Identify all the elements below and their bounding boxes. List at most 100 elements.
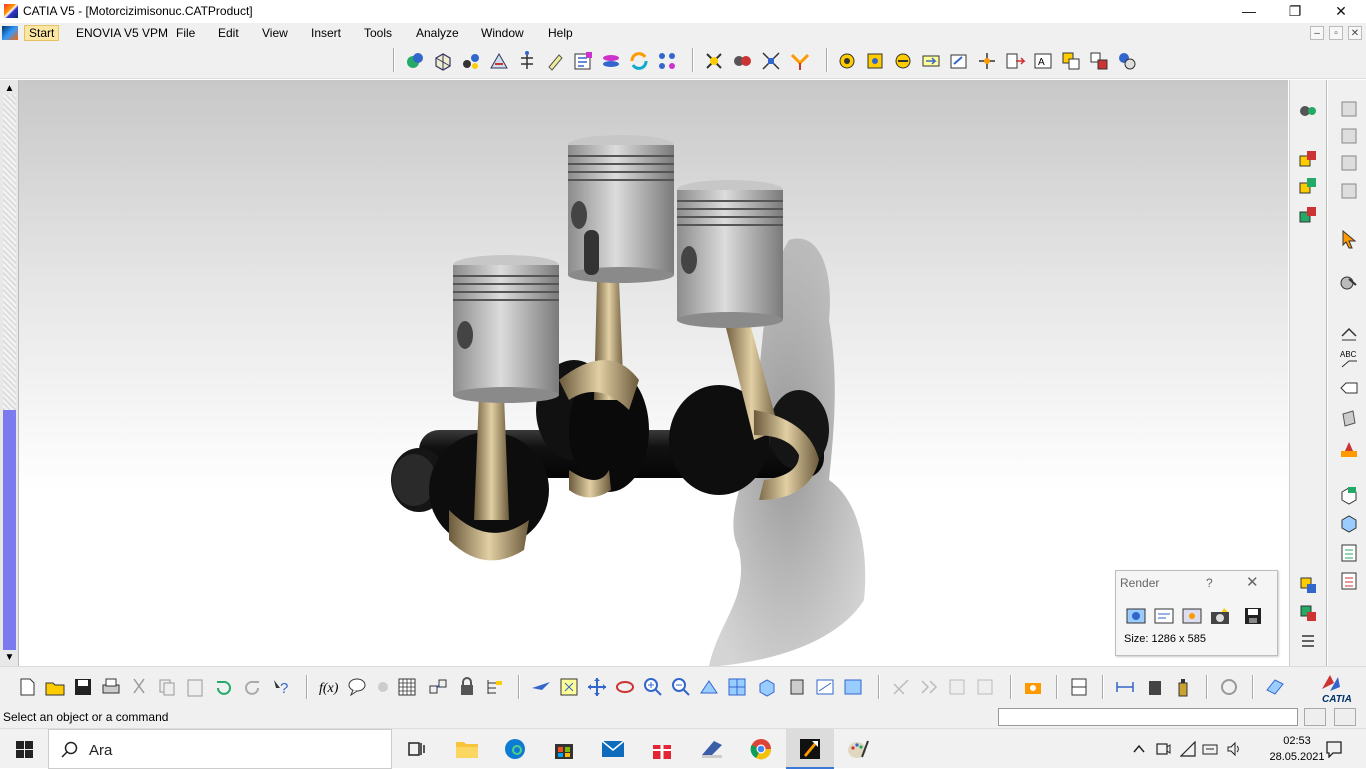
fit-all-in-icon[interactable] [558,676,580,698]
bottle-icon[interactable] [1172,676,1194,698]
save-icon[interactable] [72,676,94,698]
undo-icon[interactable] [212,676,234,698]
disabled-select-icon[interactable] [946,676,968,698]
text-with-leader-icon[interactable]: ABC [1338,347,1360,369]
render-save-icon[interactable] [1242,605,1264,627]
taskbar-search-box[interactable]: Ara [48,729,392,769]
graph-tree-icon[interactable] [516,50,538,72]
status-button-2[interactable] [1334,708,1356,726]
menu-view[interactable]: View [258,25,292,41]
normal-view-icon[interactable] [698,676,720,698]
menu-window[interactable]: Window [477,25,528,41]
clash-icon[interactable] [789,50,811,72]
multi-view-icon[interactable] [726,676,748,698]
taskbar-file-explorer[interactable] [443,729,491,769]
measure-tool-icon[interactable] [1068,676,1090,698]
selective-load-icon[interactable] [600,50,622,72]
menu-analyze[interactable]: Analyze [412,25,463,41]
capture-camera-icon[interactable] [1022,676,1044,698]
maximize-button[interactable]: ❐ [1272,0,1318,23]
generate-numbering-icon[interactable] [572,50,594,72]
zoom-out-icon[interactable] [670,676,692,698]
taskbar-app-blue[interactable] [688,729,736,769]
list-icon[interactable] [1297,630,1319,652]
disabled-arrow-icon[interactable] [918,676,940,698]
menu-file[interactable]: File [172,25,199,41]
catia-start-icon[interactable] [2,26,18,40]
zoom-in-icon[interactable] [642,676,664,698]
bill-of-material-icon[interactable] [1338,542,1360,564]
menu-insert[interactable]: Insert [307,25,345,41]
scrollbar-thumb[interactable] [3,410,16,650]
taskbar-paint[interactable] [834,729,882,769]
notification-icon[interactable] [1325,740,1343,758]
open-file-icon[interactable] [44,676,66,698]
render-frame-icon[interactable] [1181,605,1203,627]
assembly-features-icon[interactable] [1297,100,1319,122]
hide-show-icon[interactable] [814,676,836,698]
refresh-icon[interactable] [1218,676,1240,698]
part-icon[interactable] [432,50,454,72]
taskbar-gift[interactable] [638,729,686,769]
copy-icon[interactable] [156,676,178,698]
replace-component-icon[interactable] [488,50,510,72]
doc-minimize-button[interactable]: – [1310,26,1324,40]
flexible-subassembly-icon[interactable] [1060,50,1082,72]
menu-tools[interactable]: Tools [360,25,396,41]
render-shooting-icon[interactable] [1125,605,1147,627]
formula-icon[interactable]: f(x) [318,676,340,698]
input-language-icon[interactable] [1202,741,1218,757]
fix-component-icon[interactable] [948,50,970,72]
enhanced-scene-icon[interactable] [1338,512,1360,534]
new-file-icon[interactable] [16,676,38,698]
taskbar-catia[interactable] [786,729,834,769]
taskbar-clock[interactable]: 02:53 28.05.2021 [1262,733,1332,765]
catalog-icon[interactable] [1338,408,1360,430]
constraint-contact-icon[interactable] [864,50,886,72]
knowledge-icon[interactable] [372,676,394,698]
rotate-icon[interactable] [614,676,636,698]
meet-now-icon[interactable] [1155,741,1171,757]
product-icon[interactable] [404,50,426,72]
taskbar-chrome[interactable] [737,729,785,769]
paste-icon[interactable] [184,676,206,698]
close-button[interactable]: ✕ [1318,0,1364,23]
publication-icon[interactable] [1338,438,1360,460]
redo-icon[interactable] [242,676,264,698]
engine-model[interactable] [19,80,1288,666]
measure-between-icon[interactable] [1338,152,1360,174]
cut-icon[interactable] [128,676,150,698]
manipulation-icon[interactable] [703,50,725,72]
multi-instantiation-icon[interactable] [656,50,678,72]
constraint-offset-icon[interactable] [892,50,914,72]
3d-viewport[interactable] [19,80,1288,666]
measure-item-icon[interactable] [1338,180,1360,202]
scroll-down-arrow[interactable]: ▼ [3,651,16,664]
view-mode-render-icon[interactable] [786,676,808,698]
reuse-pattern-icon[interactable] [1088,50,1110,72]
wifi-icon[interactable] [1180,741,1196,757]
comment-icon[interactable] [346,676,368,698]
annotation-icon[interactable] [1338,320,1360,342]
quick-view-icon[interactable] [756,676,778,698]
taskbar-edge[interactable] [491,729,539,769]
hole-icon[interactable] [1297,175,1319,197]
view-mode-icon[interactable] [1338,272,1360,294]
pocket-icon[interactable] [1297,204,1319,226]
change-constraint-icon[interactable] [1116,50,1138,72]
scroll-up-arrow[interactable]: ▲ [3,82,16,95]
existing-component-icon[interactable] [460,50,482,72]
pan-icon[interactable] [586,676,608,698]
lock-icon[interactable] [456,676,478,698]
taskbar-mail[interactable] [589,729,637,769]
update-icon[interactable] [628,50,650,72]
select-arrow-icon[interactable] [1338,228,1360,250]
scrollbar-track[interactable] [3,95,16,410]
text-annotation-icon[interactable]: A [1032,50,1054,72]
swap-visible-space-icon[interactable] [842,676,864,698]
status-button-1[interactable] [1304,708,1326,726]
command-input[interactable] [998,708,1298,726]
menu-edit[interactable]: Edit [214,25,243,41]
plane-icon[interactable] [1264,676,1286,698]
disabled-tool-icon[interactable] [890,676,912,698]
